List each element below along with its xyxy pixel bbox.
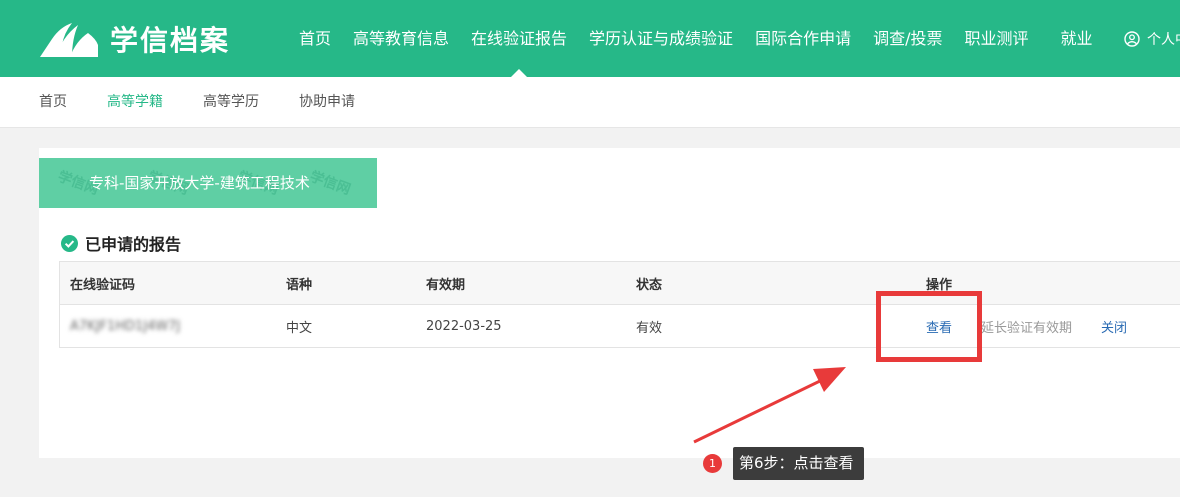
- subnav-item-assist-apply[interactable]: 协助申请: [299, 77, 355, 128]
- program-banner-label: 专科-国家开放大学-建筑工程技术: [89, 174, 310, 192]
- table-row: A7KJF1HD1J4W7J 中文 2022-03-25 有效 查看 延长验证有…: [60, 305, 1180, 347]
- highlight-box: [876, 291, 982, 362]
- main-nav: 首页 高等教育信息 在线验证报告 学历认证与成绩验证 国际合作申请 调查/投票 …: [288, 0, 1104, 77]
- nav-item-higher-education[interactable]: 高等教育信息: [342, 0, 460, 77]
- nav-item-employment[interactable]: 就业: [1050, 0, 1104, 77]
- subnav-item-degree[interactable]: 高等学历: [203, 77, 259, 128]
- user-center-label: 个人中心: [1147, 31, 1180, 48]
- nav-item-home[interactable]: 首页: [288, 0, 342, 77]
- close-cell: 关闭: [1101, 305, 1127, 347]
- sub-nav: 首页 高等学籍 高等学历 协助申请: [0, 77, 1180, 128]
- nav-item-career-assessment[interactable]: 职业测评: [953, 0, 1039, 77]
- section-title: 已申请的报告: [61, 231, 181, 255]
- subnav-item-home[interactable]: 首页: [39, 77, 67, 128]
- section-title-label: 已申请的报告: [85, 235, 182, 254]
- language-cell: 中文: [286, 320, 313, 336]
- top-header: 学信档案 首页 高等教育信息 在线验证报告 学历认证与成绩验证 国际合作申请 调…: [0, 0, 1180, 77]
- table-header: 在线验证码 语种 有效期 状态 操作: [60, 262, 1180, 305]
- logo-icon: [40, 23, 98, 57]
- user-icon: [1124, 30, 1140, 47]
- column-header-validity: 有效期: [426, 277, 466, 293]
- close-link[interactable]: 关闭: [1101, 317, 1127, 336]
- nav-item-degree-certification[interactable]: 学历认证与成绩验证: [578, 0, 744, 77]
- column-header-status: 状态: [636, 277, 663, 293]
- column-header-language: 语种: [286, 277, 313, 293]
- extend-validity-link[interactable]: 延长验证有效期: [981, 317, 1072, 336]
- step-number-badge: 1: [703, 454, 722, 473]
- program-banner: 学信网 学信网 学信网 学信网 专科-国家开放大学-建筑工程技术: [39, 158, 377, 208]
- nav-item-survey-vote[interactable]: 调查/投票: [862, 0, 953, 77]
- check-circle-icon: [61, 234, 78, 252]
- validity-cell: 2022-03-25: [426, 318, 502, 334]
- verification-code-cell: A7KJF1HD1J4W7J: [70, 305, 180, 347]
- site-logo[interactable]: 学信档案: [38, 18, 230, 60]
- report-card: 学信网 学信网 学信网 学信网 专科-国家开放大学-建筑工程技术 已申请的报告 …: [39, 148, 1180, 458]
- extend-cell: 延长验证有效期: [981, 305, 1072, 347]
- logo-text: 学信档案: [110, 24, 231, 57]
- verification-code: A7KJF1HD1J4W7J: [70, 318, 181, 334]
- column-header-code: 在线验证码: [70, 277, 136, 293]
- step-tooltip: 1 第6步：点击查看: [703, 447, 864, 480]
- svg-text:学信网: 学信网: [308, 168, 353, 198]
- nav-item-online-verification[interactable]: 在线验证报告: [460, 0, 578, 77]
- status-cell: 有效: [636, 320, 663, 336]
- user-center-link[interactable]: 个人中心: [1124, 0, 1180, 77]
- subnav-item-student-status[interactable]: 高等学籍: [107, 77, 163, 128]
- step-instruction: 第6步：点击查看: [733, 447, 864, 480]
- report-table: 在线验证码 语种 有效期 状态 操作 A7KJF1HD1J4W7J 中文 202…: [59, 261, 1180, 348]
- nav-item-international-cooperation[interactable]: 国际合作申请: [744, 0, 862, 77]
